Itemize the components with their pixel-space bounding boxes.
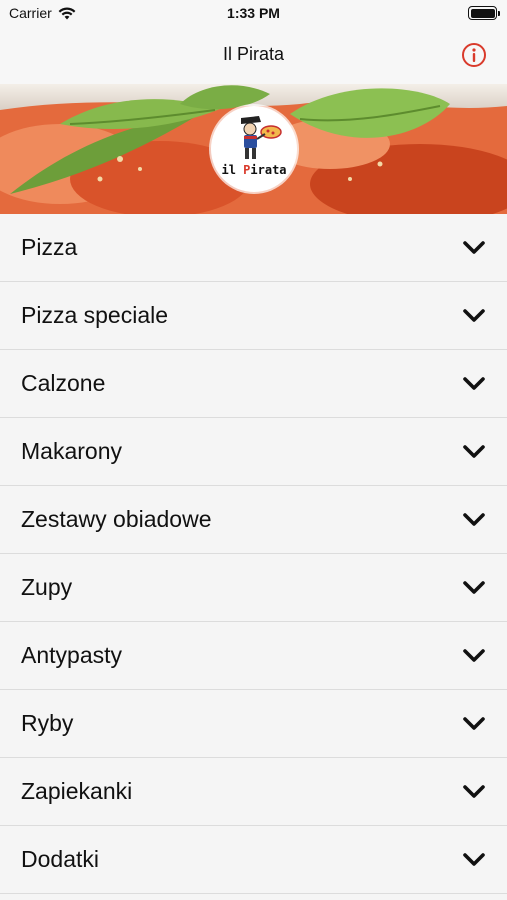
menu-category-label: Makarony [21,438,122,464]
menu-category-label: Dodatki [21,846,99,872]
menu-category-label: Zestawy obiadowe [21,506,212,532]
menu-category-label: Antypasty [21,642,122,668]
menu-category-row[interactable]: Antypasty [0,622,507,690]
chevron-down-icon[interactable] [462,308,486,324]
menu-category-list: Pizza Pizza speciale Calzone Makarony Ze… [0,214,507,894]
chevron-down-icon[interactable] [462,716,486,732]
menu-category-label: Zupy [21,574,73,600]
chevron-down-icon[interactable] [462,580,486,596]
menu-category-row[interactable]: Zupy [0,554,507,622]
menu-category-row[interactable]: Makarony [0,418,507,486]
menu-category-row[interactable]: Pizza speciale [0,282,507,350]
menu-category-label: Pizza [21,234,78,260]
chevron-down-icon[interactable] [462,784,486,800]
menu-category-label: Pizza speciale [21,302,169,328]
menu-category-row[interactable]: Calzone [0,350,507,418]
battery-icon [468,6,500,20]
page-title: Il Pirata [222,44,285,64]
menu-category-label: Zapiekanki [21,778,133,804]
info-icon[interactable] [461,42,487,68]
menu-category-row[interactable]: Dodatki [0,826,507,894]
chevron-down-icon[interactable] [462,512,486,528]
menu-category-row[interactable]: Zestawy obiadowe [0,486,507,554]
chevron-down-icon[interactable] [462,444,486,460]
chevron-down-icon[interactable] [462,648,486,664]
menu-category-row[interactable]: Pizza [0,214,507,282]
status-time: 1:33 PM [227,5,280,21]
chevron-down-icon[interactable] [462,240,486,256]
pirate-mascot-icon [241,116,282,159]
menu-category-row[interactable]: Ryby [0,690,507,758]
menu-category-label: Calzone [21,370,106,396]
chevron-down-icon[interactable] [462,852,486,868]
restaurant-logo: il Pirata [211,106,297,192]
status-bar: Carrier 1:33 PM [0,0,507,26]
menu-category-label: Ryby [21,710,74,736]
chevron-down-icon[interactable] [462,376,486,392]
menu-category-row[interactable]: Zapiekanki [0,758,507,826]
logo-text: il Pirata [221,163,287,177]
nav-bar: Il Pirata [0,26,507,84]
